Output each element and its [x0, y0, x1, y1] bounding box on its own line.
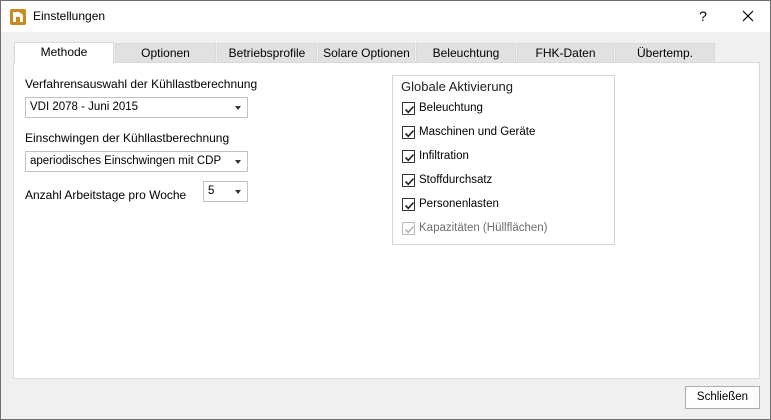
tab-uebertemp[interactable]: Übertemp. — [615, 43, 715, 63]
workdays-select-value: 5 — [208, 185, 215, 197]
window-title: Einstellungen — [33, 9, 106, 23]
workdays-select[interactable]: 5 — [203, 181, 248, 202]
checkbox-label: Infiltration — [419, 150, 469, 162]
settling-select-value: aperiodisches Einschwingen mit CDP — [30, 155, 222, 167]
settings-dialog: Einstellungen ? Methode Optionen Betrieb… — [0, 0, 771, 420]
checkmark-icon — [404, 129, 415, 138]
checkmark-icon — [404, 225, 415, 234]
checkbox-box[interactable] — [402, 198, 415, 211]
checkbox-label: Stoffdurchsatz — [419, 174, 493, 186]
settling-select[interactable]: aperiodisches Einschwingen mit CDP — [25, 151, 248, 172]
checkmark-icon — [404, 105, 415, 114]
close-button[interactable]: Schließen — [685, 386, 760, 409]
tab-optionen[interactable]: Optionen — [115, 43, 216, 63]
help-button[interactable]: ? — [689, 4, 717, 28]
tab-solare-optionen[interactable]: Solare Optionen — [318, 43, 415, 63]
procedure-select-value: VDI 2078 - Juni 2015 — [30, 101, 139, 113]
checkbox-box[interactable] — [402, 174, 415, 187]
checkmark-icon — [404, 201, 415, 210]
workdays-label: Anzahl Arbeitstage pro Woche — [25, 188, 187, 202]
checkbox-label: Beleuchtung — [419, 102, 483, 114]
checkbox-label: Kapazitäten (Hüllflächen) — [419, 222, 548, 234]
chevron-down-icon — [235, 160, 241, 164]
checkbox-box — [402, 222, 415, 235]
checkbox-box[interactable] — [402, 150, 415, 163]
tab-bar: Methode Optionen Betriebsprofile Solare … — [14, 42, 734, 64]
procedure-select[interactable]: VDI 2078 - Juni 2015 — [25, 97, 248, 118]
checkbox-box[interactable] — [402, 126, 415, 139]
close-window-button[interactable] — [731, 4, 765, 28]
procedure-label: Verfahrensauswahl der Kühllastberechnung — [25, 77, 258, 91]
checkmark-icon — [404, 177, 415, 186]
checkbox-label: Maschinen und Geräte — [419, 126, 536, 138]
tab-fhk-daten[interactable]: FHK-Daten — [517, 43, 614, 63]
settling-label: Einschwingen der Kühllastberechnung — [25, 131, 230, 145]
title-bar: Einstellungen ? — [1, 1, 770, 32]
tab-beleuchtung[interactable]: Beleuchtung — [416, 43, 516, 63]
checkmark-icon — [404, 153, 415, 162]
global-activation-group: Globale Aktivierung Beleuchtung Maschine… — [392, 75, 615, 245]
close-icon — [742, 10, 754, 22]
app-logo-icon — [10, 9, 26, 25]
chevron-down-icon — [235, 190, 241, 194]
tab-methode[interactable]: Methode — [14, 42, 114, 64]
chevron-down-icon — [235, 106, 241, 110]
checkbox-label: Personenlasten — [419, 198, 499, 210]
global-activation-title: Globale Aktivierung — [401, 79, 514, 94]
tab-betriebsprofile[interactable]: Betriebsprofile — [217, 43, 317, 63]
checkbox-box[interactable] — [402, 102, 415, 115]
